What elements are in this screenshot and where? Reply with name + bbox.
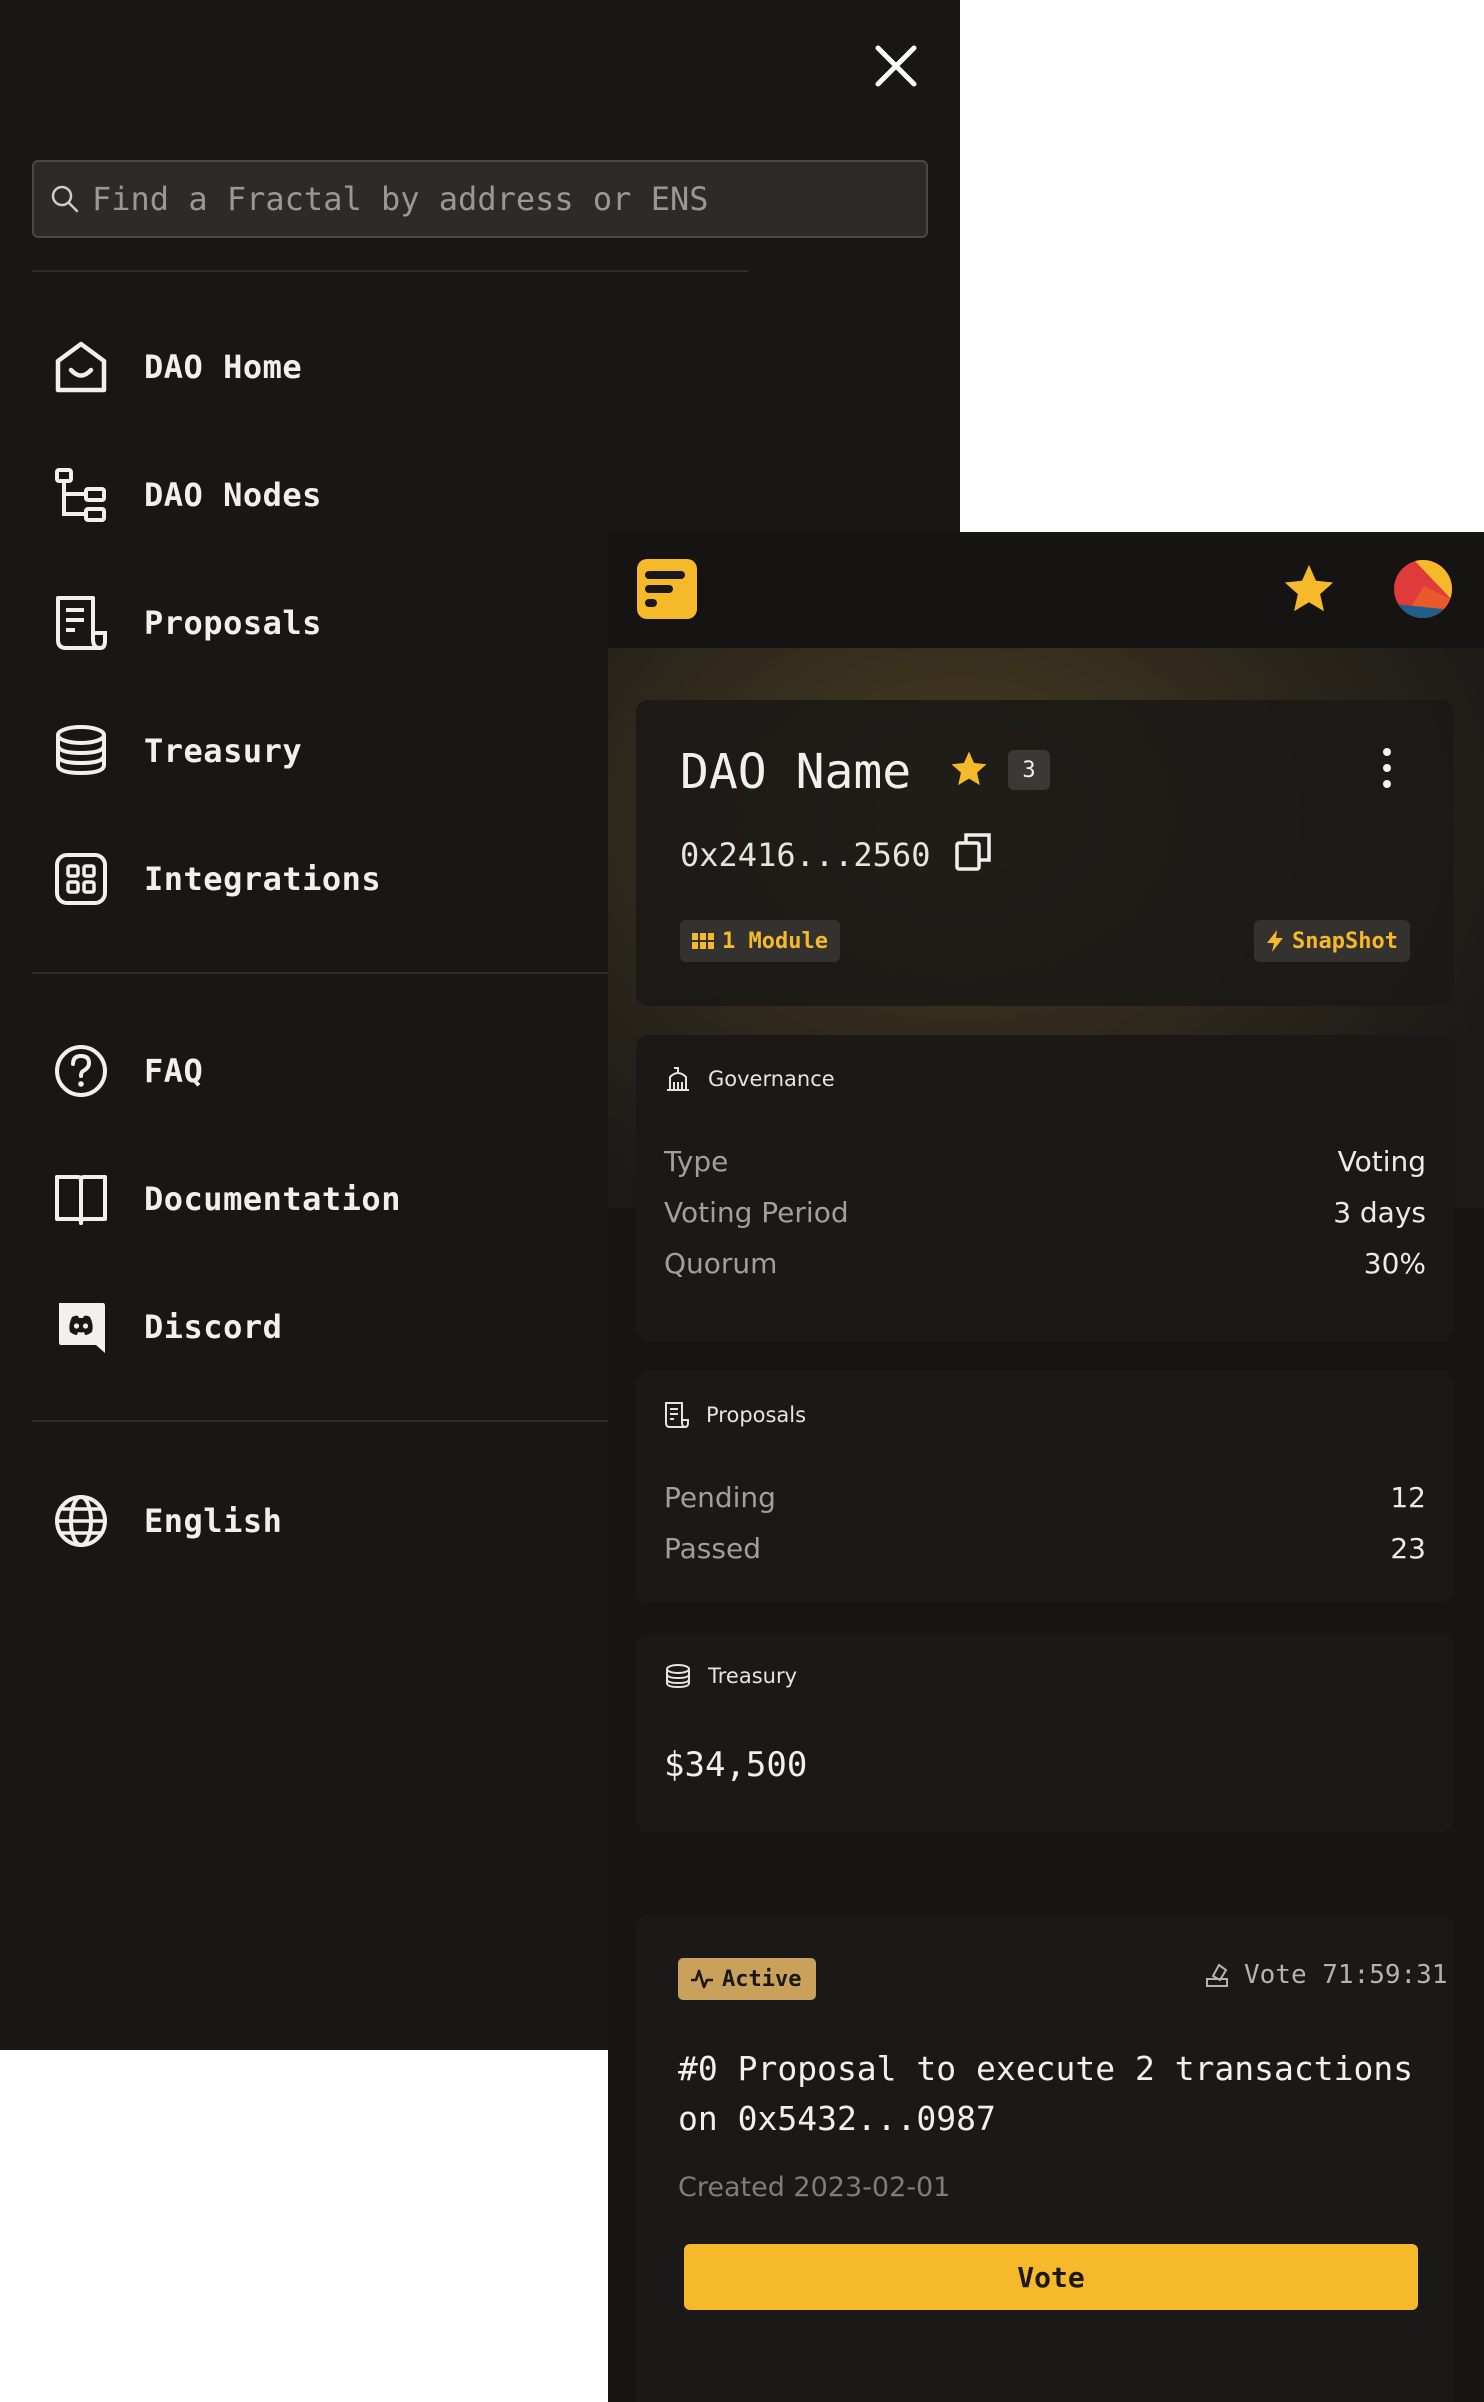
proposals-summary-card: Proposals Pending 12 Passed 23 xyxy=(636,1371,1454,1603)
row-label: Quorum xyxy=(664,1247,778,1280)
dao-name: DAO Name xyxy=(680,744,912,800)
dao-address: 0x2416...2560 xyxy=(680,836,931,874)
top-bar xyxy=(608,532,1484,648)
dao-nodes-icon xyxy=(50,464,112,526)
divider xyxy=(32,270,748,272)
proposal-created: Created 2023-02-01 xyxy=(678,2172,951,2203)
vote-timer-label: Vote 71:59:31 xyxy=(1244,1960,1448,1990)
nav-label: Proposals xyxy=(144,604,322,642)
proposal-title: #0 Proposal to execute 2 transactions on… xyxy=(678,2049,1414,2138)
proposals-header: Proposals xyxy=(664,1401,806,1429)
integrations-icon xyxy=(50,848,112,910)
row-label: Voting Period xyxy=(664,1196,849,1229)
nav-label: Documentation xyxy=(144,1180,401,1218)
language-label: English xyxy=(144,1502,283,1540)
treasury-value: $34,500 xyxy=(664,1745,808,1785)
proposals-row-passed: Passed 23 xyxy=(664,1532,1426,1565)
dao-panel: DAO Name 3 0x2416...2560 1 Module SnapSh… xyxy=(608,532,1484,2402)
row-value: 12 xyxy=(1390,1481,1426,1514)
nav-item-treasury[interactable]: Treasury xyxy=(50,706,610,796)
avatar[interactable] xyxy=(1394,560,1452,618)
governance-row-type: Type Voting xyxy=(664,1145,1426,1178)
row-label: Pending xyxy=(664,1481,776,1514)
nav-label: DAO Nodes xyxy=(144,476,322,514)
nav-label: Integrations xyxy=(144,860,382,898)
proposals-heading: Proposals xyxy=(706,1403,807,1427)
modules-badge[interactable]: 1 Module xyxy=(680,920,840,962)
treasury-icon xyxy=(50,720,112,782)
globe-icon xyxy=(50,1490,112,1552)
status-badge: Active xyxy=(678,1958,817,2000)
search-field[interactable] xyxy=(32,160,928,238)
governance-heading: Governance xyxy=(708,1067,835,1091)
treasury-header: Treasury xyxy=(664,1663,797,1689)
proposals-icon xyxy=(665,1402,689,1428)
search-icon xyxy=(51,185,79,213)
snapshot-label: SnapShot xyxy=(1292,928,1398,954)
governance-icon xyxy=(667,1067,689,1091)
treasury-card: Treasury $34,500 xyxy=(636,1633,1454,1832)
nav-item-discord[interactable]: Discord xyxy=(50,1282,610,1372)
proposals-row-pending: Pending 12 xyxy=(664,1481,1426,1514)
favorites-star-icon[interactable] xyxy=(1280,560,1338,618)
vote-timer: Vote 71:59:31 xyxy=(1204,1960,1448,1990)
governance-header: Governance xyxy=(664,1065,835,1093)
dao-home-icon xyxy=(50,336,112,398)
vote-icon xyxy=(1206,1963,1228,1987)
favorite-star-icon[interactable] xyxy=(948,748,990,790)
nav-label: FAQ xyxy=(144,1052,204,1090)
nav-item-dao-nodes[interactable]: DAO Nodes xyxy=(50,450,610,540)
close-icon xyxy=(875,45,917,87)
nav-item-integrations[interactable]: Integrations xyxy=(50,834,610,924)
avatar-icon xyxy=(1394,560,1452,618)
language-selector[interactable]: English xyxy=(50,1476,610,1566)
treasury-icon xyxy=(666,1664,690,1689)
nav-label: DAO Home xyxy=(144,348,303,386)
governance-row-voting-period: Voting Period 3 days xyxy=(664,1196,1426,1229)
row-label: Type xyxy=(664,1145,729,1178)
row-value: 3 days xyxy=(1333,1196,1426,1229)
nav-label: Treasury xyxy=(144,732,303,770)
nav-item-proposals[interactable]: Proposals xyxy=(50,578,610,668)
treasury-heading: Treasury xyxy=(708,1664,798,1688)
nav-item-dao-home[interactable]: DAO Home xyxy=(50,322,610,412)
row-label: Passed xyxy=(664,1532,761,1565)
proposals-icon xyxy=(50,592,112,654)
status-label: Active xyxy=(722,1966,802,1992)
search-input[interactable] xyxy=(90,179,914,219)
row-value: 23 xyxy=(1390,1532,1426,1565)
more-options-icon[interactable] xyxy=(1372,746,1402,790)
copy-icon[interactable] xyxy=(954,832,992,872)
divider xyxy=(32,972,622,974)
logo-icon xyxy=(645,571,685,607)
row-value: 30% xyxy=(1363,1247,1426,1280)
modules-label: 1 Module xyxy=(722,928,828,954)
discord-icon xyxy=(50,1296,112,1358)
app-logo[interactable] xyxy=(637,559,697,619)
dao-info-card: DAO Name 3 0x2416...2560 1 Module SnapSh… xyxy=(636,700,1454,1006)
grid-icon xyxy=(692,933,714,949)
vote-button[interactable]: Vote xyxy=(684,2244,1418,2310)
divider xyxy=(32,1420,622,1422)
proposal-card[interactable]: Active Vote 71:59:31 #0 Proposal to exec… xyxy=(636,1914,1454,2402)
governance-row-quorum: Quorum 30% xyxy=(664,1247,1426,1280)
nav-label: Discord xyxy=(144,1308,283,1346)
nav-item-faq[interactable]: FAQ xyxy=(50,1026,610,1116)
lightning-icon xyxy=(1267,930,1283,952)
favorite-count-badge: 3 xyxy=(1008,750,1050,790)
activity-icon xyxy=(691,1969,713,1989)
governance-card: Governance Type Voting Voting Period 3 d… xyxy=(636,1035,1454,1341)
row-value: Voting xyxy=(1337,1145,1426,1178)
faq-icon xyxy=(50,1040,112,1102)
snapshot-badge[interactable]: SnapShot xyxy=(1254,920,1410,962)
documentation-icon xyxy=(50,1168,112,1230)
nav-item-documentation[interactable]: Documentation xyxy=(50,1154,610,1244)
close-button[interactable] xyxy=(866,36,926,96)
